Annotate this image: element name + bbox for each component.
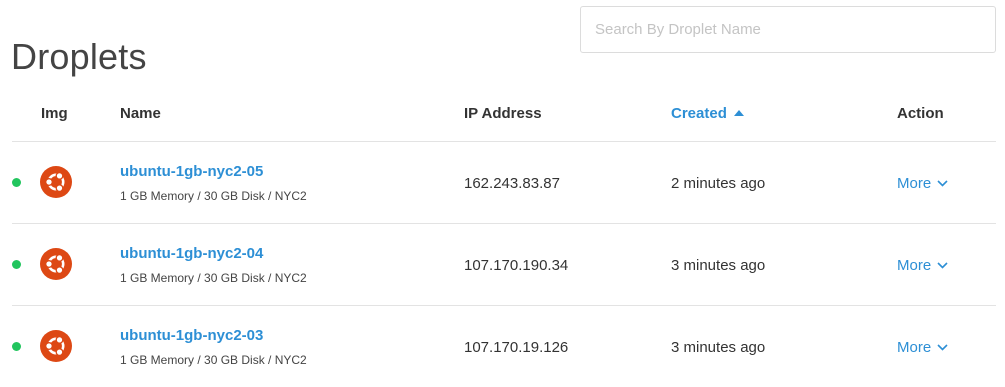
table-row: ubuntu-1gb-nyc2-05 1 GB Memory / 30 GB D…: [12, 142, 996, 224]
more-label: More: [897, 175, 932, 192]
droplet-specs: 1 GB Memory / 30 GB Disk / NYC2: [120, 271, 307, 285]
more-actions-button[interactable]: More: [897, 175, 948, 192]
ubuntu-icon: [40, 330, 72, 362]
created-time: 3 minutes ago: [671, 339, 766, 356]
column-header-ip[interactable]: IP Address: [464, 105, 542, 122]
status-indicator: [12, 178, 21, 187]
ip-address: 107.170.190.34: [464, 257, 569, 274]
chevron-down-icon: [937, 344, 948, 351]
column-header-name[interactable]: Name: [120, 105, 161, 122]
status-indicator: [12, 342, 21, 351]
created-time: 3 minutes ago: [671, 257, 766, 274]
droplet-name-link[interactable]: ubuntu-1gb-nyc2-03: [120, 327, 263, 344]
page-title: Droplets: [11, 36, 147, 78]
table-body: ubuntu-1gb-nyc2-05 1 GB Memory / 30 GB D…: [0, 142, 1005, 387]
ubuntu-icon: [40, 166, 72, 198]
droplet-specs: 1 GB Memory / 30 GB Disk / NYC2: [120, 353, 307, 367]
more-label: More: [897, 339, 932, 356]
chevron-down-icon: [937, 262, 948, 269]
ubuntu-icon: [40, 248, 72, 280]
column-header-created[interactable]: Created: [671, 105, 744, 122]
ip-address: 107.170.19.126: [464, 339, 569, 356]
droplet-specs: 1 GB Memory / 30 GB Disk / NYC2: [120, 189, 307, 203]
droplet-name-link[interactable]: ubuntu-1gb-nyc2-04: [120, 245, 263, 262]
more-actions-button[interactable]: More: [897, 257, 948, 274]
search-input[interactable]: [580, 6, 996, 53]
column-header-img: Img: [41, 105, 68, 122]
more-label: More: [897, 257, 932, 274]
table-header-row: Img Name IP Address Created Action: [12, 88, 996, 142]
table-row: ubuntu-1gb-nyc2-03 1 GB Memory / 30 GB D…: [12, 306, 996, 387]
sort-ascending-icon: [733, 110, 744, 116]
status-indicator: [12, 260, 21, 269]
chevron-down-icon: [937, 180, 948, 187]
more-actions-button[interactable]: More: [897, 339, 948, 356]
table-row: ubuntu-1gb-nyc2-04 1 GB Memory / 30 GB D…: [12, 224, 996, 306]
column-header-action: Action: [897, 105, 944, 122]
ip-address: 162.243.83.87: [464, 175, 560, 192]
column-header-created-label: Created: [671, 105, 727, 122]
droplet-name-link[interactable]: ubuntu-1gb-nyc2-05: [120, 163, 263, 180]
created-time: 2 minutes ago: [671, 175, 766, 192]
droplets-table: Img Name IP Address Created Action ubunt…: [0, 88, 1005, 387]
